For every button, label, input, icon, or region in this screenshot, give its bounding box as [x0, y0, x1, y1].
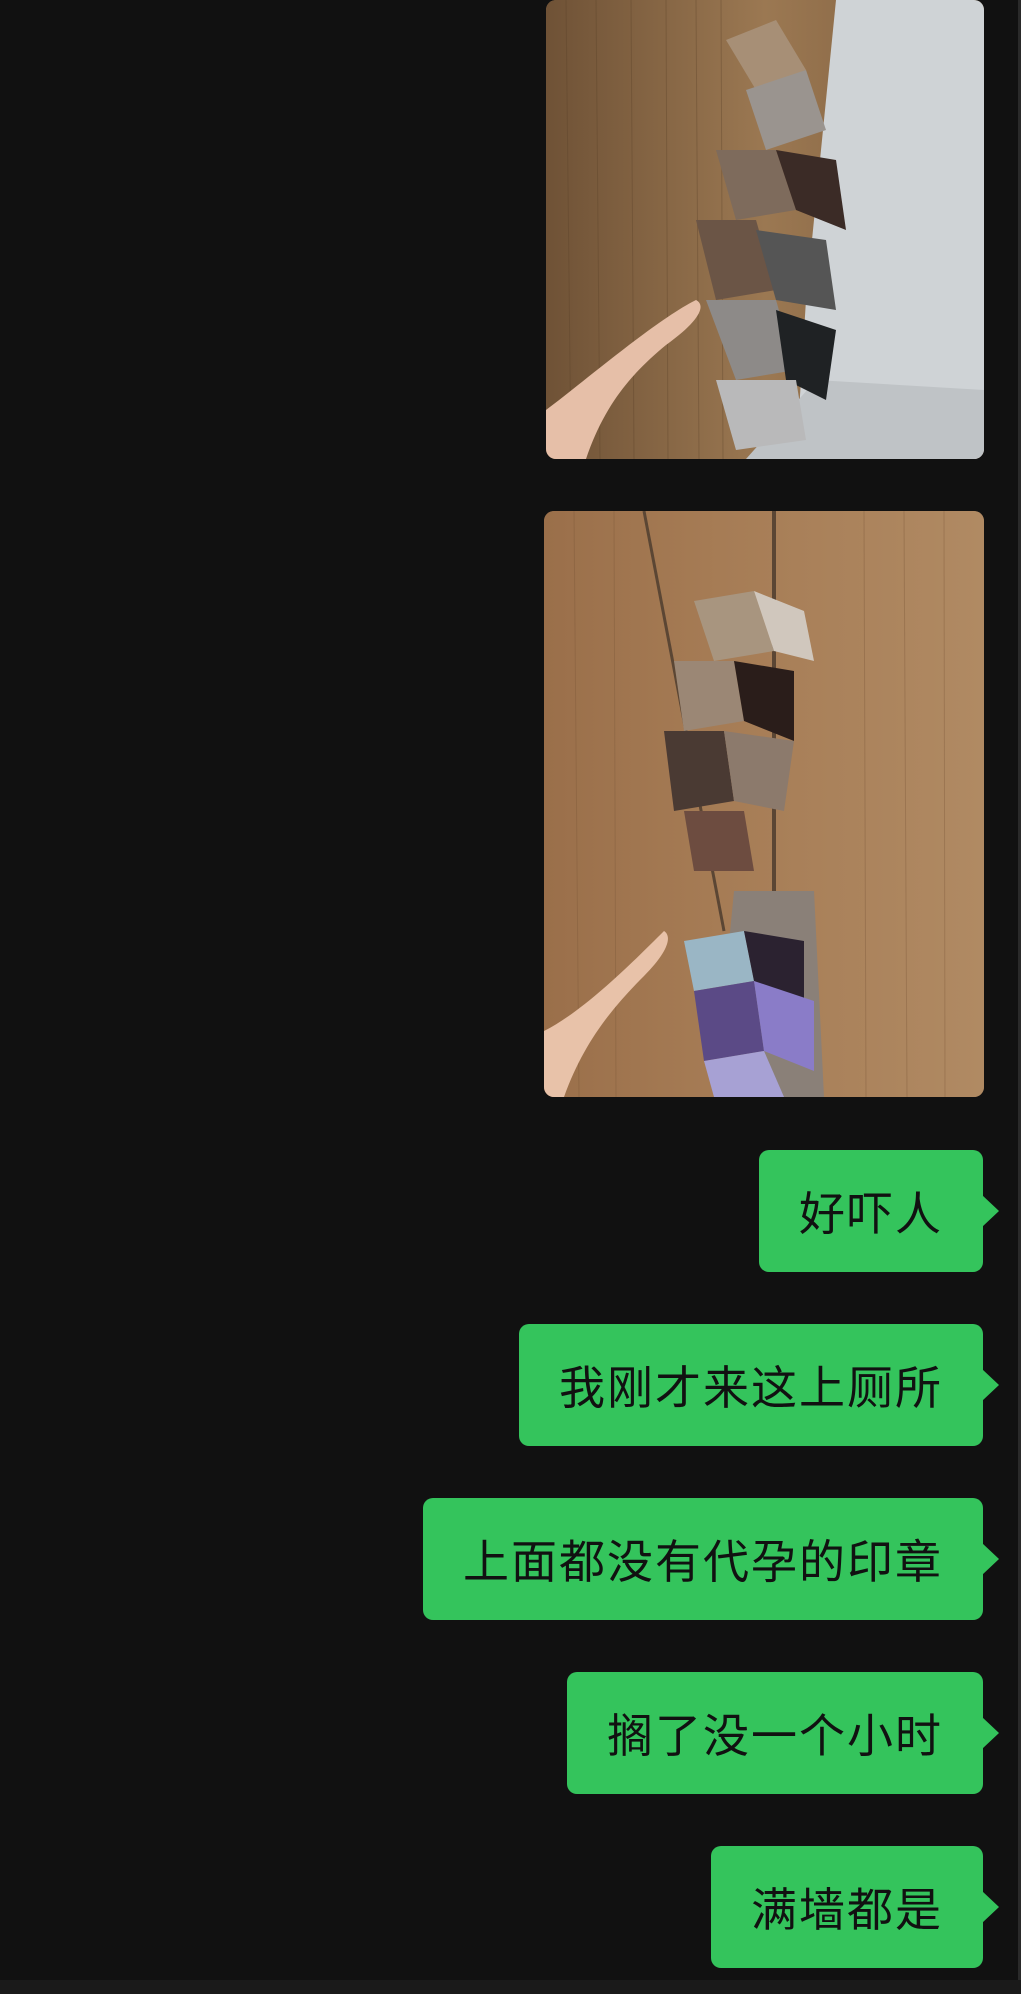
- image-message-2[interactable]: [544, 511, 984, 1097]
- message-bubble-3[interactable]: 上面都没有代孕的印章: [423, 1498, 999, 1620]
- photo-2-image: [544, 511, 984, 1097]
- message-text-1: 好吓人: [799, 1187, 943, 1241]
- message-text-2: 我刚才来这上厕所: [559, 1361, 943, 1415]
- bottom-edge: [0, 1980, 1021, 1994]
- image-message-1[interactable]: [546, 0, 984, 459]
- chat-message-list[interactable]: 好吓人 我刚才来这上厕所 上面都没有代孕的印章 搁了没一个小时 满墙都是: [0, 0, 1021, 1994]
- message-text-3: 上面都没有代孕的印章: [463, 1535, 943, 1589]
- message-bubble-4[interactable]: 搁了没一个小时: [567, 1672, 999, 1794]
- photo-1-image: [546, 0, 984, 459]
- bubble-tail: [982, 1891, 999, 1923]
- bubble-tail: [982, 1717, 999, 1749]
- message-bubble-1[interactable]: 好吓人: [759, 1150, 999, 1272]
- bubble-tail: [982, 1369, 999, 1401]
- message-bubble-2[interactable]: 我刚才来这上厕所: [519, 1324, 999, 1446]
- message-text-5: 满墙都是: [751, 1883, 943, 1937]
- bubble-tail: [982, 1543, 999, 1575]
- message-bubble-5[interactable]: 满墙都是: [711, 1846, 999, 1968]
- bubble-tail: [982, 1195, 999, 1227]
- message-text-4: 搁了没一个小时: [607, 1709, 943, 1763]
